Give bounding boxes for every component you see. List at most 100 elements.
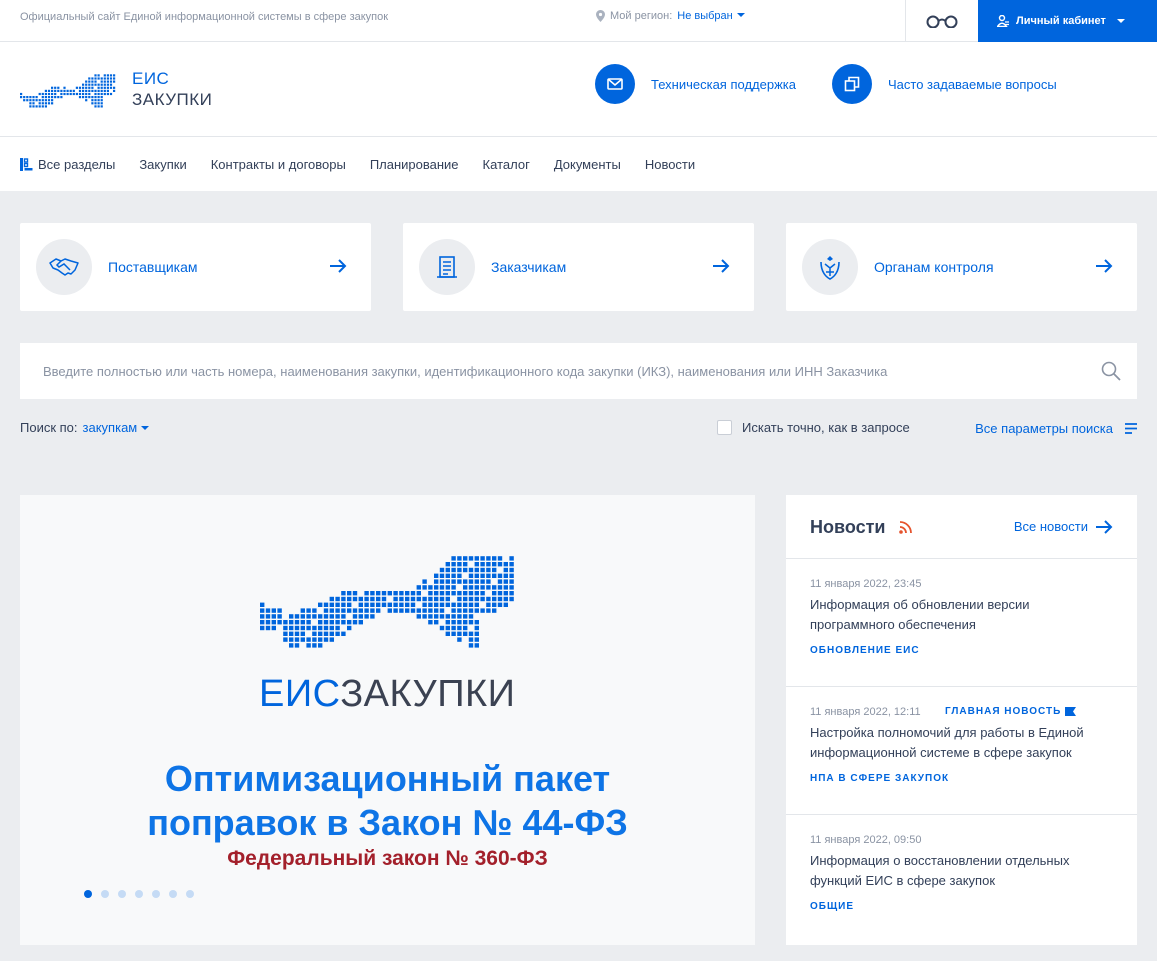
nav-catalog[interactable]: Каталог — [483, 157, 530, 172]
news-tag[interactable]: НПА В СФЕРЕ ЗАКУПОК — [810, 773, 949, 784]
slider-dot[interactable] — [135, 890, 143, 898]
map-dot — [364, 614, 369, 619]
map-dot — [97, 96, 100, 99]
map-dot — [445, 573, 450, 578]
map-dot — [347, 625, 352, 631]
cabinet-label: Личный кабинет — [1016, 15, 1106, 27]
exact-search-option[interactable]: Искать точно, как в запросе — [717, 420, 910, 435]
map-dot — [451, 585, 456, 590]
map-dot — [463, 596, 468, 602]
nav-documents[interactable]: Документы — [554, 157, 621, 172]
nav-purchases[interactable]: Закупки — [139, 157, 186, 172]
map-dot — [32, 96, 35, 99]
map-dot — [503, 567, 508, 573]
map-dot — [60, 92, 63, 96]
map-dot — [329, 602, 334, 607]
faq-link[interactable]: Часто задаваемые вопросы — [832, 64, 1057, 104]
news-item[interactable]: 11 января 2022, 23:45 Информация об обно… — [786, 559, 1137, 687]
slider-dot[interactable] — [169, 890, 177, 898]
nav-all-sections[interactable]: Все разделы — [20, 157, 115, 172]
promo-banner[interactable]: ЕИСЗАКУПКИ Оптимизационный пакет поправо… — [20, 495, 755, 945]
mail-icon — [595, 64, 635, 104]
slider-dot[interactable] — [101, 890, 109, 898]
map-dot — [20, 92, 23, 96]
card-customers[interactable]: Заказчикам — [403, 223, 754, 311]
card-suppliers[interactable]: Поставщикам — [20, 223, 371, 311]
personal-cabinet-button[interactable]: Личный кабинет — [978, 0, 1157, 42]
region-selector[interactable]: Мой регион: Не выбран — [596, 10, 745, 22]
exact-search-checkbox[interactable] — [717, 420, 732, 435]
nav-planning[interactable]: Планирование — [370, 157, 459, 172]
map-dot — [318, 614, 323, 619]
map-dot — [393, 596, 398, 602]
map-dot — [468, 579, 474, 584]
map-dot — [468, 556, 474, 561]
news-item-title[interactable]: Настройка полномочий для работы в Единой… — [810, 723, 1090, 763]
search-icon[interactable] — [1101, 361, 1121, 381]
slider-dot[interactable] — [152, 890, 160, 898]
copy-icon — [832, 64, 872, 104]
map-dot — [51, 86, 54, 89]
map-dot — [283, 631, 288, 636]
news-tag[interactable]: ОБНОВЛЕНИЕ ЕИС — [810, 645, 920, 656]
map-dot — [38, 102, 41, 105]
exact-search-label: Искать точно, как в запросе — [742, 420, 910, 435]
nav-label: Все разделы — [38, 156, 116, 172]
map-dot — [445, 562, 450, 567]
rss-icon[interactable] — [899, 521, 912, 534]
map-dot — [428, 602, 433, 607]
map-dot — [306, 625, 311, 631]
map-dot — [347, 596, 352, 602]
nav-contracts[interactable]: Контракты и договоры — [211, 157, 346, 172]
sections-icon — [20, 157, 33, 171]
map-dot — [422, 608, 427, 613]
nav-news[interactable]: Новости — [645, 157, 695, 172]
map-dot — [434, 573, 439, 578]
all-search-params-link[interactable]: Все параметры поиска — [975, 421, 1137, 436]
all-news-link[interactable]: Все новости — [1014, 519, 1113, 534]
map-dot — [492, 596, 497, 602]
search-input[interactable]: Введите полностью или часть номера, наим… — [20, 343, 1137, 399]
map-dot — [88, 96, 91, 99]
map-dot — [480, 556, 485, 561]
slider-dot[interactable] — [186, 890, 194, 898]
map-dot — [54, 92, 57, 96]
map-dot — [468, 602, 474, 607]
map-dot — [439, 579, 445, 584]
map-dot — [306, 643, 311, 648]
map-dot — [428, 614, 433, 619]
news-item[interactable]: 11 января 2022, 09:50 Информация о восст… — [786, 815, 1137, 943]
map-dot — [451, 614, 456, 619]
map-dot — [29, 105, 32, 108]
map-dot — [480, 585, 485, 590]
map-dot — [474, 625, 479, 631]
news-tag[interactable]: ОБЩИЕ — [810, 901, 854, 912]
map-dot — [364, 591, 369, 596]
map-dot — [416, 608, 421, 613]
tech-support-link[interactable]: Техническая поддержка — [595, 64, 796, 104]
map-dot — [434, 579, 439, 584]
search-by-select[interactable]: закупкам — [83, 420, 150, 435]
eis-logo[interactable]: ЕИС ЗАКУПКИ — [20, 64, 212, 114]
news-item[interactable]: 11 января 2022, 12:11 ГЛАВНАЯ НОВОСТЬ На… — [786, 687, 1137, 815]
map-dot — [91, 89, 94, 92]
map-dot — [100, 83, 103, 86]
map-dot — [97, 74, 100, 77]
map-dot — [300, 637, 305, 642]
slider-dot[interactable] — [84, 890, 92, 898]
map-dot — [335, 631, 340, 636]
map-dot — [44, 99, 47, 102]
slider-dot[interactable] — [118, 890, 126, 898]
map-dot — [457, 573, 462, 578]
card-control-bodies[interactable]: Органам контроля — [786, 223, 1137, 311]
map-dot — [109, 80, 113, 83]
news-item-title[interactable]: Информация об обновлении версии программ… — [810, 595, 1090, 635]
map-dot — [497, 585, 503, 590]
accessibility-button[interactable] — [905, 0, 978, 42]
map-dot — [434, 602, 439, 607]
news-item-title[interactable]: Информация о восстановлении отдельных фу… — [810, 851, 1090, 891]
region-value[interactable]: Не выбран — [677, 10, 745, 22]
map-dot — [78, 86, 82, 89]
map-dot — [100, 102, 103, 105]
map-dot — [352, 591, 358, 596]
